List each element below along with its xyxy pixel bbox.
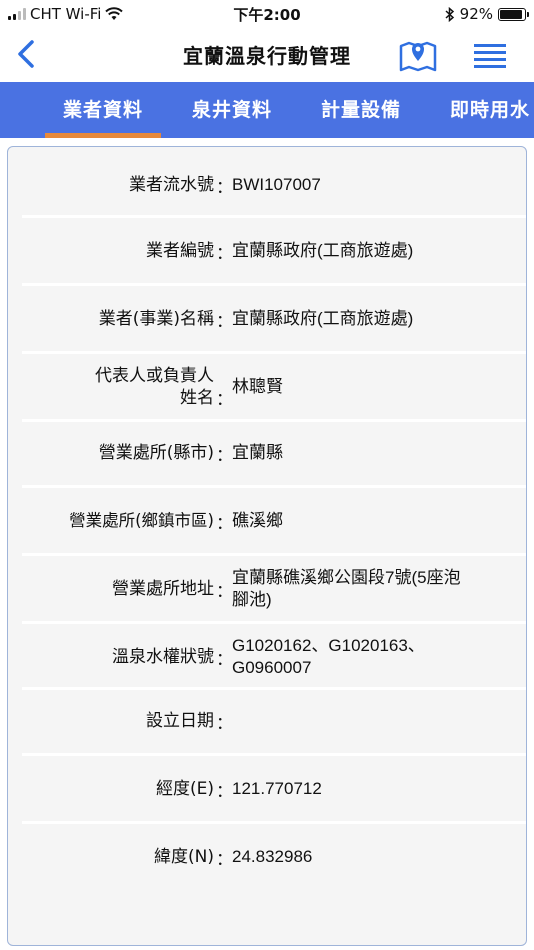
status-bar: CHT Wi-Fi 下午2:00 92%	[0, 0, 534, 28]
status-right: 92%	[445, 5, 529, 23]
field-value: 121.770712	[232, 779, 322, 798]
divider	[22, 283, 526, 286]
field-value: 宜蘭縣礁溪鄉公園段7號(5座泡 腳池)	[228, 567, 526, 611]
list-menu-icon	[474, 44, 506, 68]
field-row-county: 營業處所(縣市) ： 宜蘭縣	[8, 429, 526, 477]
divider	[22, 687, 526, 690]
field-label: 營業處所(鄉鎮市區)	[69, 511, 214, 530]
field-row-water-rights: 溫泉水權狀號 ： G1020162、G1020163、 G0960007	[8, 629, 526, 685]
bluetooth-icon	[445, 6, 454, 22]
field-value-line2: 腳池)	[232, 590, 272, 609]
field-value-line1: 宜蘭縣礁溪鄉公園段7號(5座泡	[232, 568, 461, 587]
divider	[22, 553, 526, 556]
field-row-representative: 代表人或負責人 姓名 ： 林聰賢	[8, 361, 526, 413]
field-value: 礁溪鄉	[232, 511, 283, 530]
field-label: 溫泉水權狀號	[112, 647, 214, 667]
field-colon: ：	[216, 581, 233, 602]
field-colon: ：	[216, 849, 233, 870]
field-colon: ：	[216, 243, 233, 264]
divider	[22, 351, 526, 354]
field-value: 宜蘭縣	[232, 443, 283, 462]
field-colon: ：	[216, 445, 233, 466]
active-tab-indicator	[45, 133, 161, 138]
field-row-latitude: 緯度(N) ： 24.832986	[8, 833, 526, 881]
field-value: G1020162、G1020163、 G0960007	[228, 635, 526, 679]
field-value-line2: G0960007	[232, 658, 312, 677]
field-value: BWI107007	[232, 175, 321, 194]
tab-metering-equipment[interactable]: 計量設備	[303, 82, 419, 138]
field-label: 營業處所地址	[112, 579, 214, 599]
field-row-serial: 業者流水號 ： BWI107007	[8, 161, 526, 209]
field-row-township: 營業處所(鄉鎮市區) ： 礁溪鄉	[8, 497, 526, 545]
battery-level	[500, 9, 523, 19]
page-title: 宜蘭溫泉行動管理	[183, 44, 351, 68]
field-row-address: 營業處所地址 ： 宜蘭縣礁溪鄉公園段7號(5座泡 腳池)	[8, 561, 526, 617]
field-colon: ：	[216, 390, 233, 410]
field-row-operator-id: 業者編號 ： 宜蘭縣政府(工商旅遊處)	[8, 227, 526, 275]
menu-button[interactable]	[470, 38, 510, 74]
field-label: 業者流水號	[129, 175, 214, 195]
operator-detail-card: 業者流水號 ： BWI107007 業者編號 ： 宜蘭縣政府(工商旅遊處) 業者…	[7, 146, 527, 946]
field-value: 林聰賢	[232, 377, 283, 396]
field-colon: ：	[216, 781, 233, 802]
field-value: 宜蘭縣政府(工商旅遊處)	[232, 241, 414, 260]
map-pin-icon	[399, 41, 437, 72]
field-colon: ：	[216, 513, 233, 534]
tab-well-info[interactable]: 泉井資料	[174, 82, 290, 138]
field-row-established-date: 設立日期 ：	[8, 697, 526, 745]
battery-icon	[498, 7, 529, 21]
field-colon: ：	[216, 311, 233, 332]
field-label: 營業處所(縣市)	[98, 443, 214, 463]
battery-percent: 92%	[459, 5, 493, 23]
field-value: 宜蘭縣政府(工商旅遊處)	[232, 309, 414, 328]
divider	[22, 621, 526, 624]
field-label: 業者編號	[146, 241, 214, 261]
tab-bar: 業者資料 泉井資料 計量設備 即時用水	[0, 82, 534, 138]
field-colon: ：	[216, 177, 233, 198]
navigation-bar: 宜蘭溫泉行動管理	[0, 28, 534, 82]
field-label: 經度(E)	[155, 779, 214, 799]
field-label: 設立日期	[146, 711, 214, 731]
field-value-line1: G1020162、G1020163、	[232, 636, 425, 655]
tab-realtime-usage[interactable]: 即時用水	[432, 82, 534, 138]
divider	[22, 215, 526, 218]
field-label: 代表人或負責人 姓名	[8, 365, 214, 409]
divider	[22, 821, 526, 824]
divider	[22, 485, 526, 488]
field-colon: ：	[216, 713, 233, 734]
tab-operator-info[interactable]: 業者資料	[45, 82, 161, 138]
field-label-line1: 代表人或負責人	[95, 366, 214, 386]
field-label: 業者(事業)名稱	[98, 309, 214, 329]
field-label: 緯度(N)	[154, 847, 214, 867]
field-value: 24.832986	[232, 847, 313, 866]
field-row-business-name: 業者(事業)名稱 ： 宜蘭縣政府(工商旅遊處)	[8, 295, 526, 343]
field-colon: ：	[216, 649, 233, 670]
divider	[22, 753, 526, 756]
field-label-line2: 姓名	[180, 388, 214, 408]
map-button[interactable]	[398, 36, 438, 74]
field-row-longitude: 經度(E) ： 121.770712	[8, 765, 526, 813]
divider	[22, 419, 526, 422]
